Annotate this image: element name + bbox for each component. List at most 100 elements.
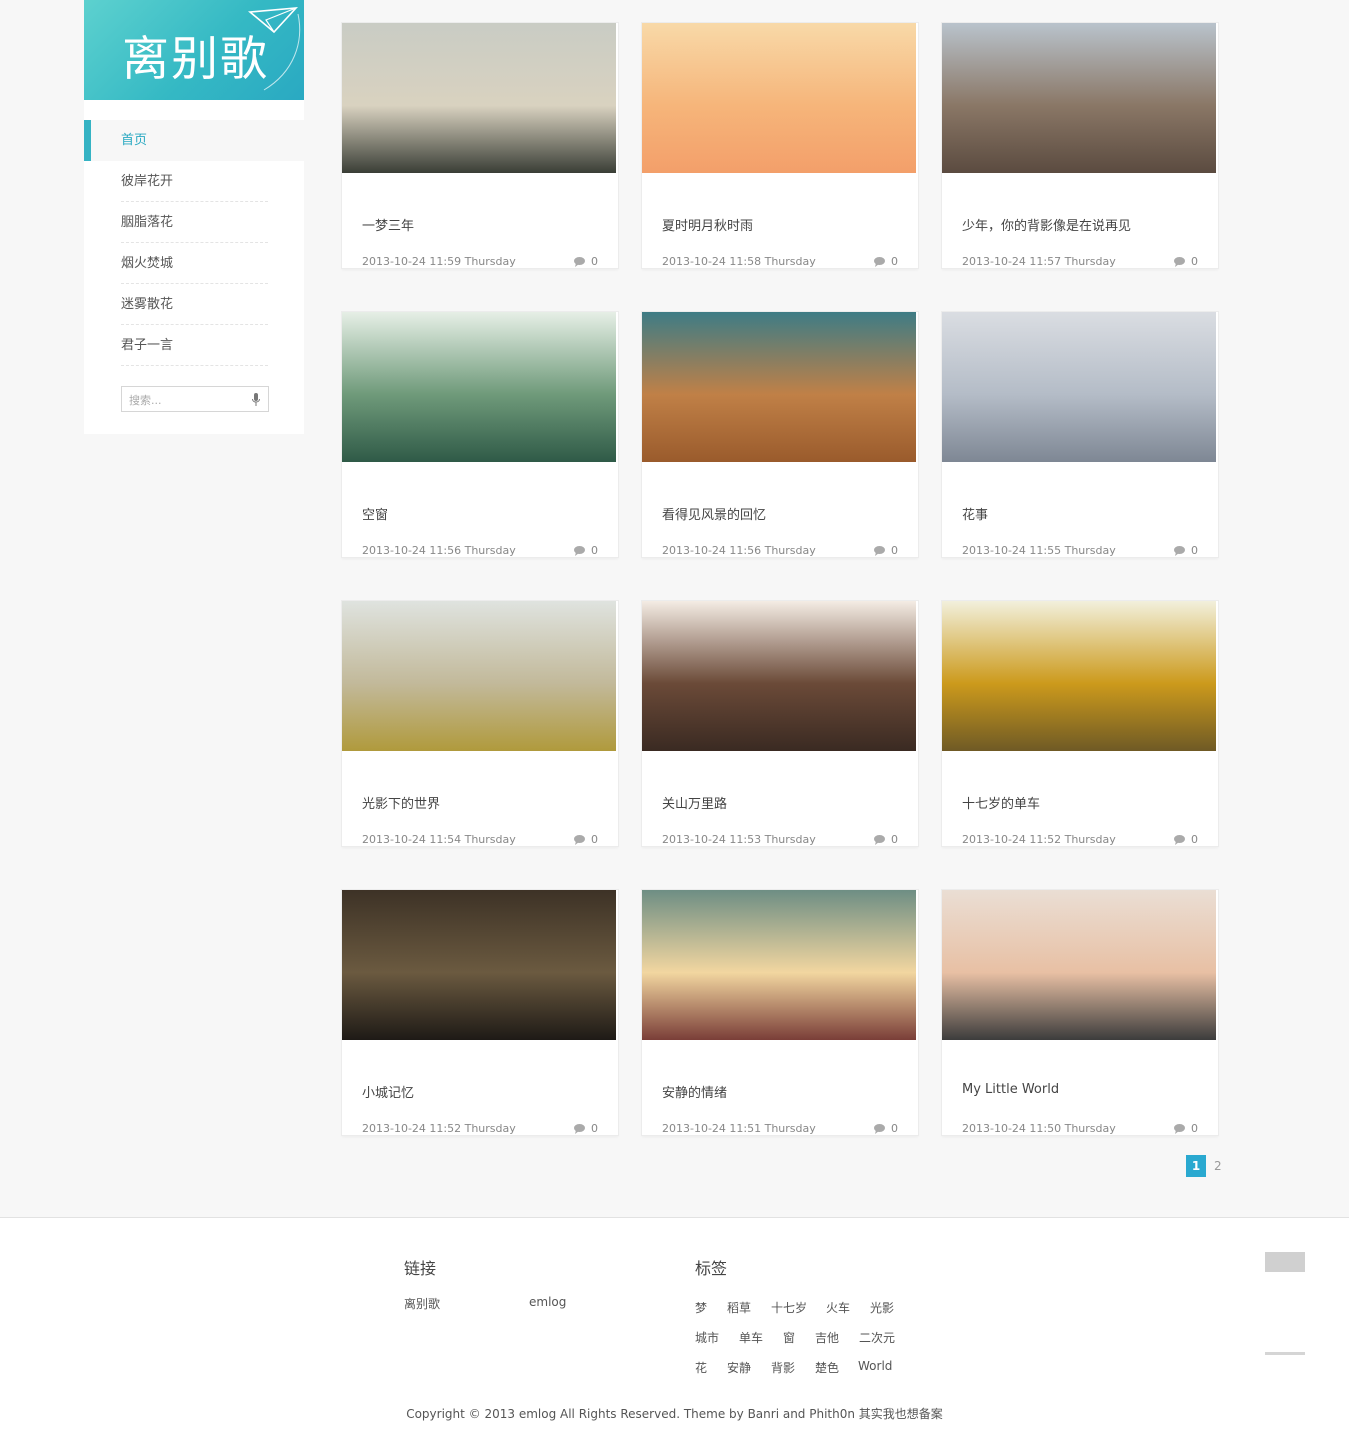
comment-icon	[1174, 1123, 1185, 1134]
post-title[interactable]: 空窗	[362, 504, 388, 523]
comment-count[interactable]: 0	[1174, 544, 1198, 557]
comment-count[interactable]: 0	[574, 544, 598, 557]
tag-link[interactable]: 稻草	[727, 1299, 751, 1316]
tag-link[interactable]: 窗	[783, 1329, 795, 1346]
page-current[interactable]: 1	[1186, 1155, 1206, 1177]
comment-count[interactable]: 0	[574, 833, 598, 846]
nav-item-label: 君子一言	[121, 338, 174, 353]
comment-icon	[574, 834, 585, 845]
post-date: 2013-10-24 11:54 Thursday	[362, 833, 516, 846]
comment-count[interactable]: 0	[574, 1122, 598, 1135]
post-card[interactable]: 小城记忆 2013-10-24 11:52 Thursday 0	[342, 890, 618, 1135]
nav-item-label: 烟火焚城	[121, 256, 174, 271]
post-card[interactable]: 看得见风景的回忆 2013-10-24 11:56 Thursday 0	[642, 312, 918, 557]
post-thumbnail[interactable]	[342, 23, 616, 173]
tag-link[interactable]: 楚色	[815, 1359, 839, 1376]
post-card[interactable]: 花事 2013-10-24 11:55 Thursday 0	[942, 312, 1218, 557]
comment-icon	[574, 545, 585, 556]
nav-item-home[interactable]: 首页	[84, 120, 304, 161]
tag-link[interactable]: 城市	[695, 1329, 719, 1346]
nav-item-label: 迷雾散花	[121, 297, 174, 312]
tag-link[interactable]: 单车	[739, 1329, 763, 1346]
post-card[interactable]: 光影下的世界 2013-10-24 11:54 Thursday 0	[342, 601, 618, 846]
post-card[interactable]: 空窗 2013-10-24 11:56 Thursday 0	[342, 312, 618, 557]
comment-count-value: 0	[591, 1122, 598, 1135]
nav-item-miwu[interactable]: 迷雾散花	[84, 284, 304, 325]
post-thumbnail[interactable]	[942, 890, 1216, 1040]
mic-icon[interactable]	[252, 393, 260, 406]
comment-count[interactable]: 0	[1174, 255, 1198, 268]
post-thumbnail[interactable]	[342, 601, 616, 751]
post-card[interactable]: 少年，你的背影像是在说再见 2013-10-24 11:57 Thursday 0	[942, 23, 1218, 268]
comment-count[interactable]: 0	[874, 255, 898, 268]
footer: 链接 离别歌 emlog 标签 梦 稻草 十七岁 火车 光影 城市 单车 窗 吉…	[0, 1217, 1349, 1436]
post-date: 2013-10-24 11:55 Thursday	[962, 544, 1116, 557]
comment-count-value: 0	[891, 255, 898, 268]
post-title[interactable]: 十七岁的单车	[962, 793, 1040, 812]
post-title[interactable]: 花事	[962, 504, 988, 523]
post-thumbnail[interactable]	[342, 312, 616, 462]
comment-icon	[874, 545, 885, 556]
footer-link[interactable]: emlog	[529, 1295, 566, 1309]
post-thumbnail[interactable]	[942, 23, 1216, 173]
tag-link[interactable]: 光影	[870, 1299, 894, 1316]
nav-item-yanzhi[interactable]: 胭脂落花	[84, 202, 304, 243]
post-title[interactable]: 光影下的世界	[362, 793, 440, 812]
comment-count[interactable]: 0	[574, 255, 598, 268]
tag-link[interactable]: 背影	[771, 1359, 795, 1376]
tag-link[interactable]: World	[858, 1359, 892, 1373]
post-title[interactable]: 关山万里路	[662, 793, 727, 812]
post-card[interactable]: 一梦三年 2013-10-24 11:59 Thursday 0	[342, 23, 618, 268]
footer-link[interactable]: 离别歌	[404, 1295, 440, 1312]
post-card[interactable]: 十七岁的单车 2013-10-24 11:52 Thursday 0	[942, 601, 1218, 846]
post-title[interactable]: 小城记忆	[362, 1082, 414, 1101]
post-title[interactable]: 一梦三年	[362, 215, 414, 234]
tag-link[interactable]: 梦	[695, 1299, 707, 1316]
comment-count[interactable]: 0	[1174, 833, 1198, 846]
post-date: 2013-10-24 11:51 Thursday	[662, 1122, 816, 1135]
comment-count[interactable]: 0	[874, 544, 898, 557]
page-link-2[interactable]: 2	[1214, 1159, 1222, 1173]
post-thumbnail[interactable]	[642, 312, 916, 462]
back-to-top-button[interactable]	[1265, 1252, 1305, 1272]
post-date: 2013-10-24 11:59 Thursday	[362, 255, 516, 268]
post-card[interactable]: 夏时明月秋时雨 2013-10-24 11:58 Thursday 0	[642, 23, 918, 268]
post-thumbnail[interactable]	[642, 890, 916, 1040]
links-heading: 链接	[404, 1259, 437, 1278]
post-title[interactable]: My Little World	[962, 1082, 1059, 1097]
nav-item-label: 胭脂落花	[121, 215, 174, 230]
comment-count-value: 0	[891, 1122, 898, 1135]
search-input[interactable]	[127, 388, 241, 412]
comment-count[interactable]: 0	[874, 1122, 898, 1135]
nav-item-bian[interactable]: 彼岸花开	[84, 161, 304, 202]
site-logo[interactable]: 离别歌	[84, 0, 304, 100]
tag-link[interactable]: 十七岁	[771, 1299, 807, 1316]
post-title[interactable]: 看得见风景的回忆	[662, 504, 766, 523]
comment-count[interactable]: 0	[874, 833, 898, 846]
comment-count[interactable]: 0	[1174, 1122, 1198, 1135]
comment-count-value: 0	[891, 544, 898, 557]
post-title[interactable]: 夏时明月秋时雨	[662, 215, 753, 234]
post-thumbnail[interactable]	[942, 312, 1216, 462]
comment-count-value: 0	[591, 544, 598, 557]
tag-link[interactable]: 花	[695, 1359, 707, 1376]
tags-heading: 标签	[695, 1259, 728, 1278]
nav-item-junzi[interactable]: 君子一言	[84, 325, 304, 366]
post-thumbnail[interactable]	[642, 601, 916, 751]
post-title[interactable]: 少年，你的背影像是在说再见	[962, 215, 1131, 234]
tag-link[interactable]: 二次元	[859, 1329, 895, 1346]
post-card[interactable]: 安静的情绪 2013-10-24 11:51 Thursday 0	[642, 890, 918, 1135]
post-date: 2013-10-24 11:56 Thursday	[662, 544, 816, 557]
tag-link[interactable]: 火车	[826, 1299, 850, 1316]
post-thumbnail[interactable]	[642, 23, 916, 173]
post-card[interactable]: My Little World 2013-10-24 11:50 Thursday…	[942, 890, 1218, 1135]
post-title[interactable]: 安静的情绪	[662, 1082, 727, 1101]
tag-link[interactable]: 安静	[727, 1359, 751, 1376]
post-date: 2013-10-24 11:53 Thursday	[662, 833, 816, 846]
tag-link[interactable]: 吉他	[815, 1329, 839, 1346]
comment-count-value: 0	[591, 833, 598, 846]
nav-item-yanhuo[interactable]: 烟火焚城	[84, 243, 304, 284]
post-thumbnail[interactable]	[342, 890, 616, 1040]
post-card[interactable]: 关山万里路 2013-10-24 11:53 Thursday 0	[642, 601, 918, 846]
post-thumbnail[interactable]	[942, 601, 1216, 751]
